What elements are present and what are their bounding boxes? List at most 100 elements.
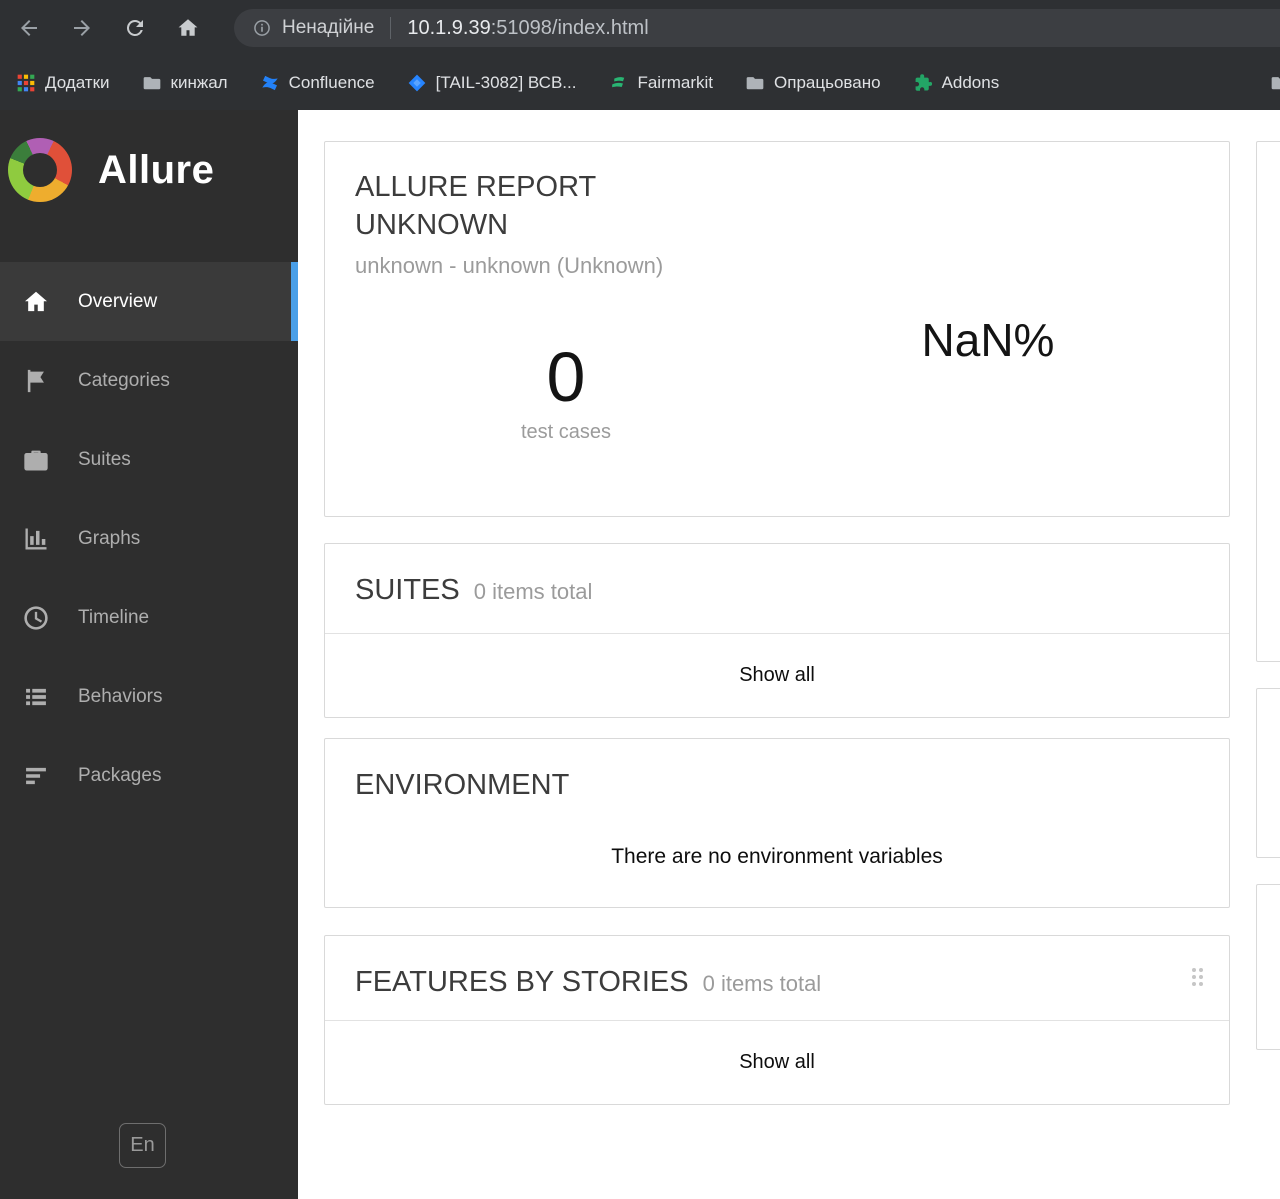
apps-grid-icon	[17, 74, 35, 92]
allure-app: Allure Overview Categories Suites Graphs	[0, 110, 1280, 1199]
url-path: :51098/index.html	[490, 16, 649, 39]
security-label: Ненадійне	[282, 17, 375, 38]
sidebar-item-overview[interactable]: Overview	[0, 262, 298, 341]
summary-title-line2: UNKNOWN	[355, 208, 509, 241]
bar-chart-icon	[25, 528, 47, 549]
bookmark-apps[interactable]: Додатки	[16, 73, 110, 93]
environment-widget: ENVIRONMENT There are no environment var…	[324, 738, 1230, 908]
environment-header: ENVIRONMENT	[325, 739, 1229, 805]
summary-subtitle: unknown - unknown (Unknown)	[355, 253, 664, 279]
sidebar-item-categories[interactable]: Categories	[0, 341, 298, 420]
sidebar-item-graphs[interactable]: Graphs	[0, 499, 298, 578]
brand-name: Allure	[98, 147, 215, 192]
brand: Allure	[8, 138, 214, 202]
test-count: 0	[546, 338, 586, 417]
features-title: FEATURES BY STORIES	[355, 966, 689, 998]
bookmark-jira-ticket[interactable]: [TAIL-3082] ВСВ...	[407, 73, 577, 93]
back-arrow-icon	[21, 20, 37, 36]
folder-icon	[143, 77, 160, 90]
allure-logo-icon	[8, 138, 72, 202]
sidebar-item-label: Graphs	[78, 527, 141, 549]
bookmark-folder-kynzhal[interactable]: кинжал	[142, 73, 228, 93]
sidebar-item-label: Timeline	[78, 606, 150, 628]
url-host: 10.1.9.39	[407, 16, 491, 39]
info-icon	[254, 20, 270, 36]
partial-widget	[1256, 688, 1280, 858]
sidebar: Allure Overview Categories Suites Graphs	[0, 110, 298, 1199]
suites-widget: SUITES 0 items total Show all	[324, 543, 1230, 718]
suites-footer: Show all	[325, 633, 1229, 717]
back-button[interactable]	[8, 7, 50, 49]
align-left-icon	[26, 767, 46, 784]
bookmark-addons[interactable]: Addons	[913, 73, 1000, 93]
features-header: FEATURES BY STORIES 0 items total	[325, 936, 1229, 1002]
language-button[interactable]: En	[119, 1123, 166, 1168]
sidebar-item-packages[interactable]: Packages	[0, 736, 298, 815]
sidebar-item-label: Suites	[78, 448, 131, 470]
partial-widget	[1256, 884, 1280, 1050]
browser-toolbar: Ненадійне 10.1.9.39:51098/index.html	[0, 0, 1280, 56]
sidebar-menu: Overview Categories Suites Graphs Timeli…	[0, 262, 298, 815]
bookmark-label: Confluence	[288, 73, 375, 92]
suites-title: SUITES	[355, 574, 460, 606]
bookmark-label: Addons	[941, 73, 1000, 92]
summary-widget: ALLURE REPORT UNKNOWN unknown - unknown …	[324, 141, 1230, 517]
sidebar-item-label: Overview	[78, 290, 158, 312]
summary-stats: 0 test cases NaN%	[355, 297, 1199, 444]
percentage-block: NaN%	[777, 297, 1199, 444]
sidebar-item-suites[interactable]: Suites	[0, 420, 298, 499]
forward-button[interactable]	[61, 7, 103, 49]
sidebar-item-timeline[interactable]: Timeline	[0, 578, 298, 657]
partial-widget	[1256, 141, 1280, 662]
forward-arrow-icon	[74, 20, 90, 36]
bookmark-label: Опрацьовано	[774, 73, 881, 92]
success-percentage: NaN%	[921, 314, 1055, 367]
test-count-label: test cases	[520, 421, 612, 444]
bookmark-confluence[interactable]: Confluence	[260, 73, 375, 93]
home-icon	[178, 19, 198, 36]
jira-icon	[408, 74, 425, 92]
drag-handle-icon[interactable]	[1192, 968, 1203, 986]
bookmark-label: Fairmarkit	[637, 73, 714, 92]
home-button[interactable]	[167, 7, 209, 49]
sidebar-item-behaviors[interactable]: Behaviors	[0, 657, 298, 736]
refresh-button[interactable]	[114, 7, 156, 49]
bookmark-folder-opratsovano[interactable]: Опрацьовано	[745, 73, 881, 93]
url-text: 10.1.9.39:51098/index.html	[407, 17, 648, 40]
features-show-all-link[interactable]: Show all	[739, 1051, 815, 1074]
features-items-total: 0 items total	[702, 971, 822, 996]
features-footer: Show all	[325, 1020, 1229, 1104]
bookmark-folder-partial[interactable]	[1270, 73, 1280, 93]
clock-icon	[24, 605, 48, 630]
bookmark-label: кинжал	[170, 73, 228, 92]
fairmarkit-icon	[612, 77, 625, 88]
home-icon	[25, 291, 47, 311]
puzzle-icon	[915, 74, 932, 91]
sidebar-item-label: Categories	[78, 369, 170, 391]
confluence-icon	[261, 75, 278, 91]
main-content: ALLURE REPORT UNKNOWN unknown - unknown …	[298, 110, 1280, 1199]
environment-empty-message: There are no environment variables	[611, 844, 943, 868]
omnibox-divider	[390, 17, 392, 39]
flag-icon	[27, 369, 44, 392]
environment-title: ENVIRONMENT	[355, 769, 570, 801]
bookmark-label: [TAIL-3082] ВСВ...	[435, 73, 577, 92]
address-bar[interactable]: Ненадійне 10.1.9.39:51098/index.html	[234, 9, 1280, 47]
briefcase-icon	[24, 450, 48, 470]
bookmark-fairmarkit[interactable]: Fairmarkit	[608, 73, 713, 93]
suites-header: SUITES 0 items total	[325, 544, 1229, 610]
folder-icon	[1271, 77, 1280, 90]
summary-title: ALLURE REPORT UNKNOWN	[355, 169, 695, 244]
folder-icon	[746, 77, 764, 90]
sidebar-item-label: Behaviors	[78, 685, 163, 707]
suites-show-all-link[interactable]: Show all	[739, 664, 815, 687]
features-widget: FEATURES BY STORIES 0 items total Show a…	[324, 935, 1230, 1105]
suites-items-total: 0 items total	[473, 579, 593, 604]
bookmark-label: Додатки	[45, 73, 110, 92]
bookmarks-bar: Додатки кинжал Confluence [TAIL-3082] ВС…	[0, 56, 1280, 110]
security-chip[interactable]: Ненадійне	[252, 17, 374, 39]
refresh-icon	[126, 19, 143, 36]
sidebar-item-label: Packages	[78, 764, 162, 786]
list-icon	[26, 688, 46, 705]
summary-title-line1: ALLURE REPORT	[355, 171, 597, 203]
